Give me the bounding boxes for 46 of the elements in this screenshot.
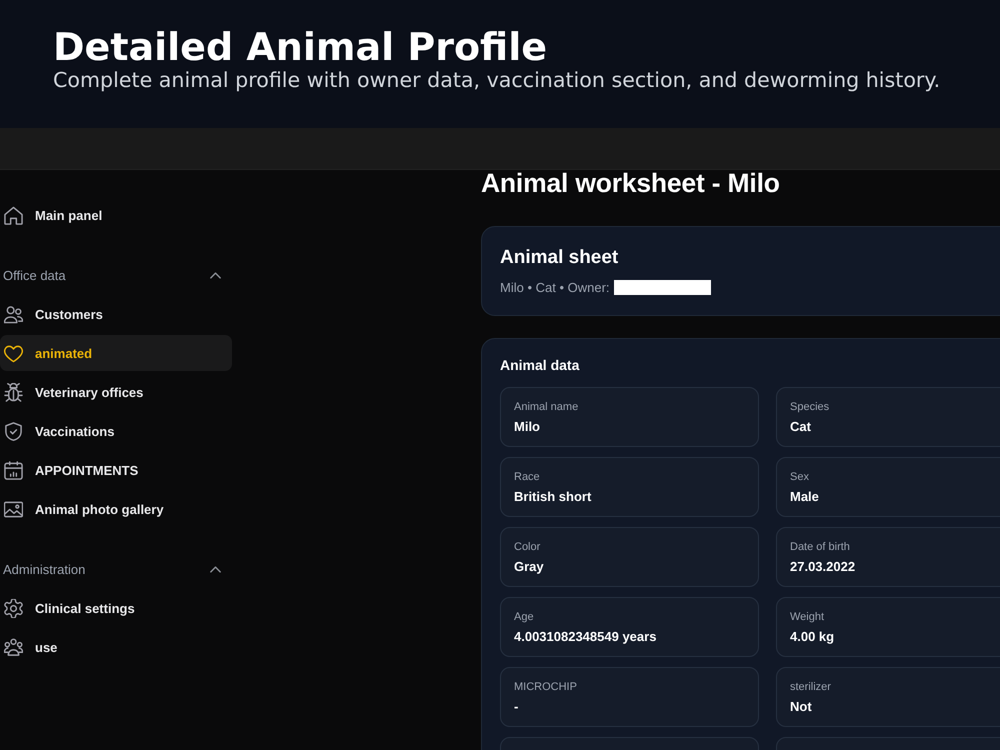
card-subtitle: Milo • Cat • Owner: — [500, 279, 610, 296]
sidebar-item[interactable]: Vaccinations — [0, 413, 232, 449]
field-label: sterilizer — [790, 680, 832, 694]
field-label: Animal name — [514, 400, 580, 414]
card-title: Animal sheet — [500, 246, 620, 270]
field-value: Gray — [514, 559, 545, 575]
field-label: Species — [790, 400, 830, 414]
card-title: Animal data — [500, 357, 580, 374]
page-title: Detailed Animal Profile — [53, 26, 548, 68]
page-heading: Animal worksheet - Milo — [481, 170, 781, 196]
field-value: Milo — [514, 419, 541, 435]
field-value: - — [514, 699, 520, 715]
heart-icon — [4, 344, 23, 362]
field-label: Race — [514, 470, 541, 484]
home-icon — [4, 206, 23, 224]
sidebar-item[interactable]: Veterinary offices — [0, 374, 232, 410]
calendar-icon — [4, 460, 23, 480]
field-label: Weight — [790, 610, 826, 624]
sidebar-item[interactable]: Clinical settings — [0, 590, 232, 626]
users-icon — [4, 304, 23, 324]
field-label: Color — [514, 540, 542, 554]
field-value: Not — [790, 699, 813, 715]
field-label: MICROCHIP — [514, 680, 578, 694]
field-value: 27.03.2022 — [790, 559, 856, 575]
page-subtitle: Complete animal profile with owner data, vaccination section, and deworming history. — [53, 68, 942, 92]
sidebar-item[interactable]: Main panel — [0, 197, 232, 233]
sidebar-item[interactable]: use — [0, 629, 232, 665]
field-label: Sex — [790, 470, 810, 484]
sidebar-item[interactable]: animated — [0, 335, 232, 371]
field-value: 4.0031082348549 years — [514, 629, 658, 645]
settings-icon — [4, 598, 23, 618]
section-header[interactable]: Office data — [0, 257, 232, 293]
section-header[interactable]: Administration — [0, 551, 232, 587]
image-icon — [4, 500, 23, 518]
field-value: 4.00 kg — [790, 629, 836, 645]
field-value: Cat — [790, 419, 812, 435]
group-icon — [4, 638, 23, 656]
field-label: Date of birth — [790, 540, 851, 554]
bug-icon — [4, 382, 23, 402]
field-value: Male — [790, 489, 820, 505]
sidebar-item[interactable]: Animal photo gallery — [0, 491, 232, 527]
field-label: Age — [514, 610, 535, 624]
field-value: British short — [514, 489, 592, 505]
sidebar-item[interactable]: Customers — [0, 296, 232, 332]
shield-check-icon — [4, 422, 23, 440]
sidebar-item[interactable]: APPOINTMENTS — [0, 452, 232, 488]
